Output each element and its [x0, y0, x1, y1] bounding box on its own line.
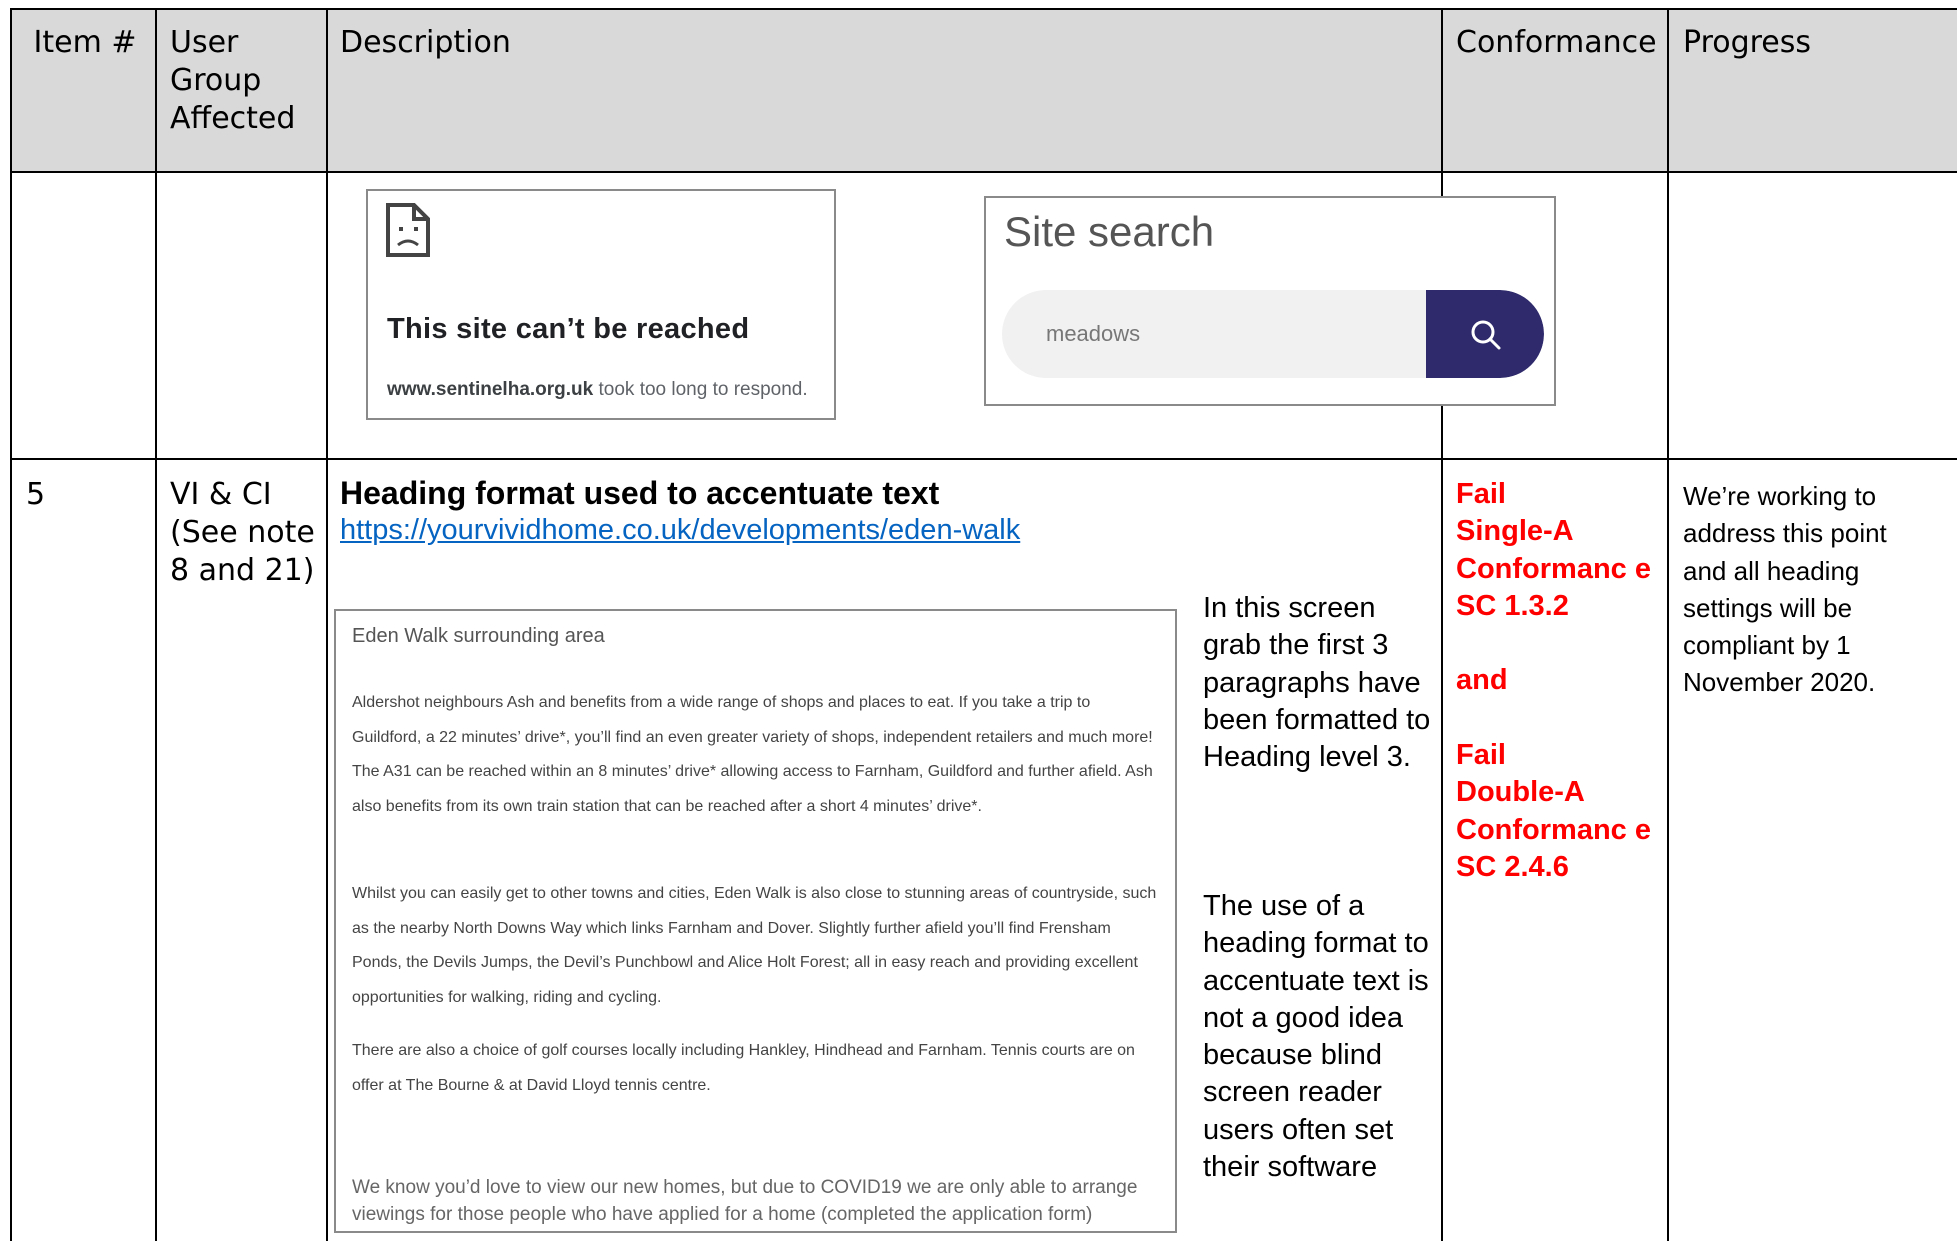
column-divider [1667, 8, 1669, 1241]
table-border-top [10, 8, 1957, 10]
side-note-1: In this screen grab the first 3 paragrap… [1203, 592, 1431, 774]
header-conformance: Conformance [1456, 25, 1657, 60]
header-description: Description [340, 25, 511, 60]
conformance-sc: SC 1.3.2 [1456, 589, 1569, 622]
table-border-row [10, 458, 1957, 460]
accessibility-audit-table: Item # User Group Affected Description C… [0, 0, 1957, 1241]
eden-walk-paragraph: There are also a choice of golf courses … [352, 1042, 1135, 1094]
eden-walk-paragraph: Whilst you can easily get to other towns… [352, 885, 1157, 1006]
conformance-level: Single-A Conformanc e [1456, 515, 1651, 585]
site-search-button [1426, 290, 1544, 378]
table-border-header [10, 171, 1957, 173]
error-detail: took too long to respond. [598, 379, 808, 400]
conformance-fail: Fail [1456, 739, 1506, 772]
column-divider [1441, 8, 1443, 1241]
eden-walk-screenshot: Eden Walk surrounding area Aldershot nei… [334, 609, 1177, 1233]
row5-user-group: VI & CI (See note 8 and 21) [170, 477, 315, 588]
conformance-fail: Fail [1456, 478, 1506, 510]
eden-walk-paragraph: We know you’d love to view our new homes… [352, 1177, 1138, 1225]
conformance-and: and [1456, 664, 1508, 697]
eden-walk-paragraph: Aldershot neighbours Ash and benefits fr… [352, 694, 1153, 815]
row5-item: 5 [26, 477, 46, 512]
site-search-title: Site search [1004, 208, 1215, 255]
search-icon [1471, 320, 1501, 350]
row5-heading: Heading format used to accentuate text [340, 475, 940, 511]
conformance-sc: SC 2.4.6 [1456, 850, 1569, 883]
header-item: Item # [33, 25, 137, 60]
site-unreachable-screenshot: This site can’t be reached www.sentinelh… [366, 189, 836, 420]
error-message: www.sentinelha.org.uk took too long to r… [387, 379, 808, 401]
header-progress: Progress [1683, 25, 1812, 60]
table-border-left [10, 8, 12, 1241]
error-domain: www.sentinelha.org.uk [387, 379, 594, 400]
error-title: This site can’t be reached [387, 313, 750, 345]
sad-document-icon [386, 203, 430, 257]
table-header-row [10, 10, 1957, 171]
side-note-2: The use of a heading format to accentuat… [1203, 890, 1429, 1184]
header-user-group: User Group Affected [170, 25, 296, 136]
row5-link[interactable]: https://yourvividhome.co.uk/developments… [340, 514, 1020, 547]
site-search-field: meadows [1002, 290, 1544, 378]
site-search-value: meadows [1046, 321, 1141, 346]
column-divider [155, 8, 157, 1241]
column-divider [326, 8, 328, 1241]
row5-progress: We’re working to address this point and … [1683, 481, 1887, 698]
eden-walk-title: Eden Walk surrounding area [352, 625, 605, 647]
site-search-screenshot: Site search meadows [984, 196, 1556, 406]
conformance-level: Double-A Conformanc e [1456, 776, 1651, 846]
row5-conformance: Fail Single-A Conformanc e SC 1.3.2 and … [1456, 476, 1661, 886]
